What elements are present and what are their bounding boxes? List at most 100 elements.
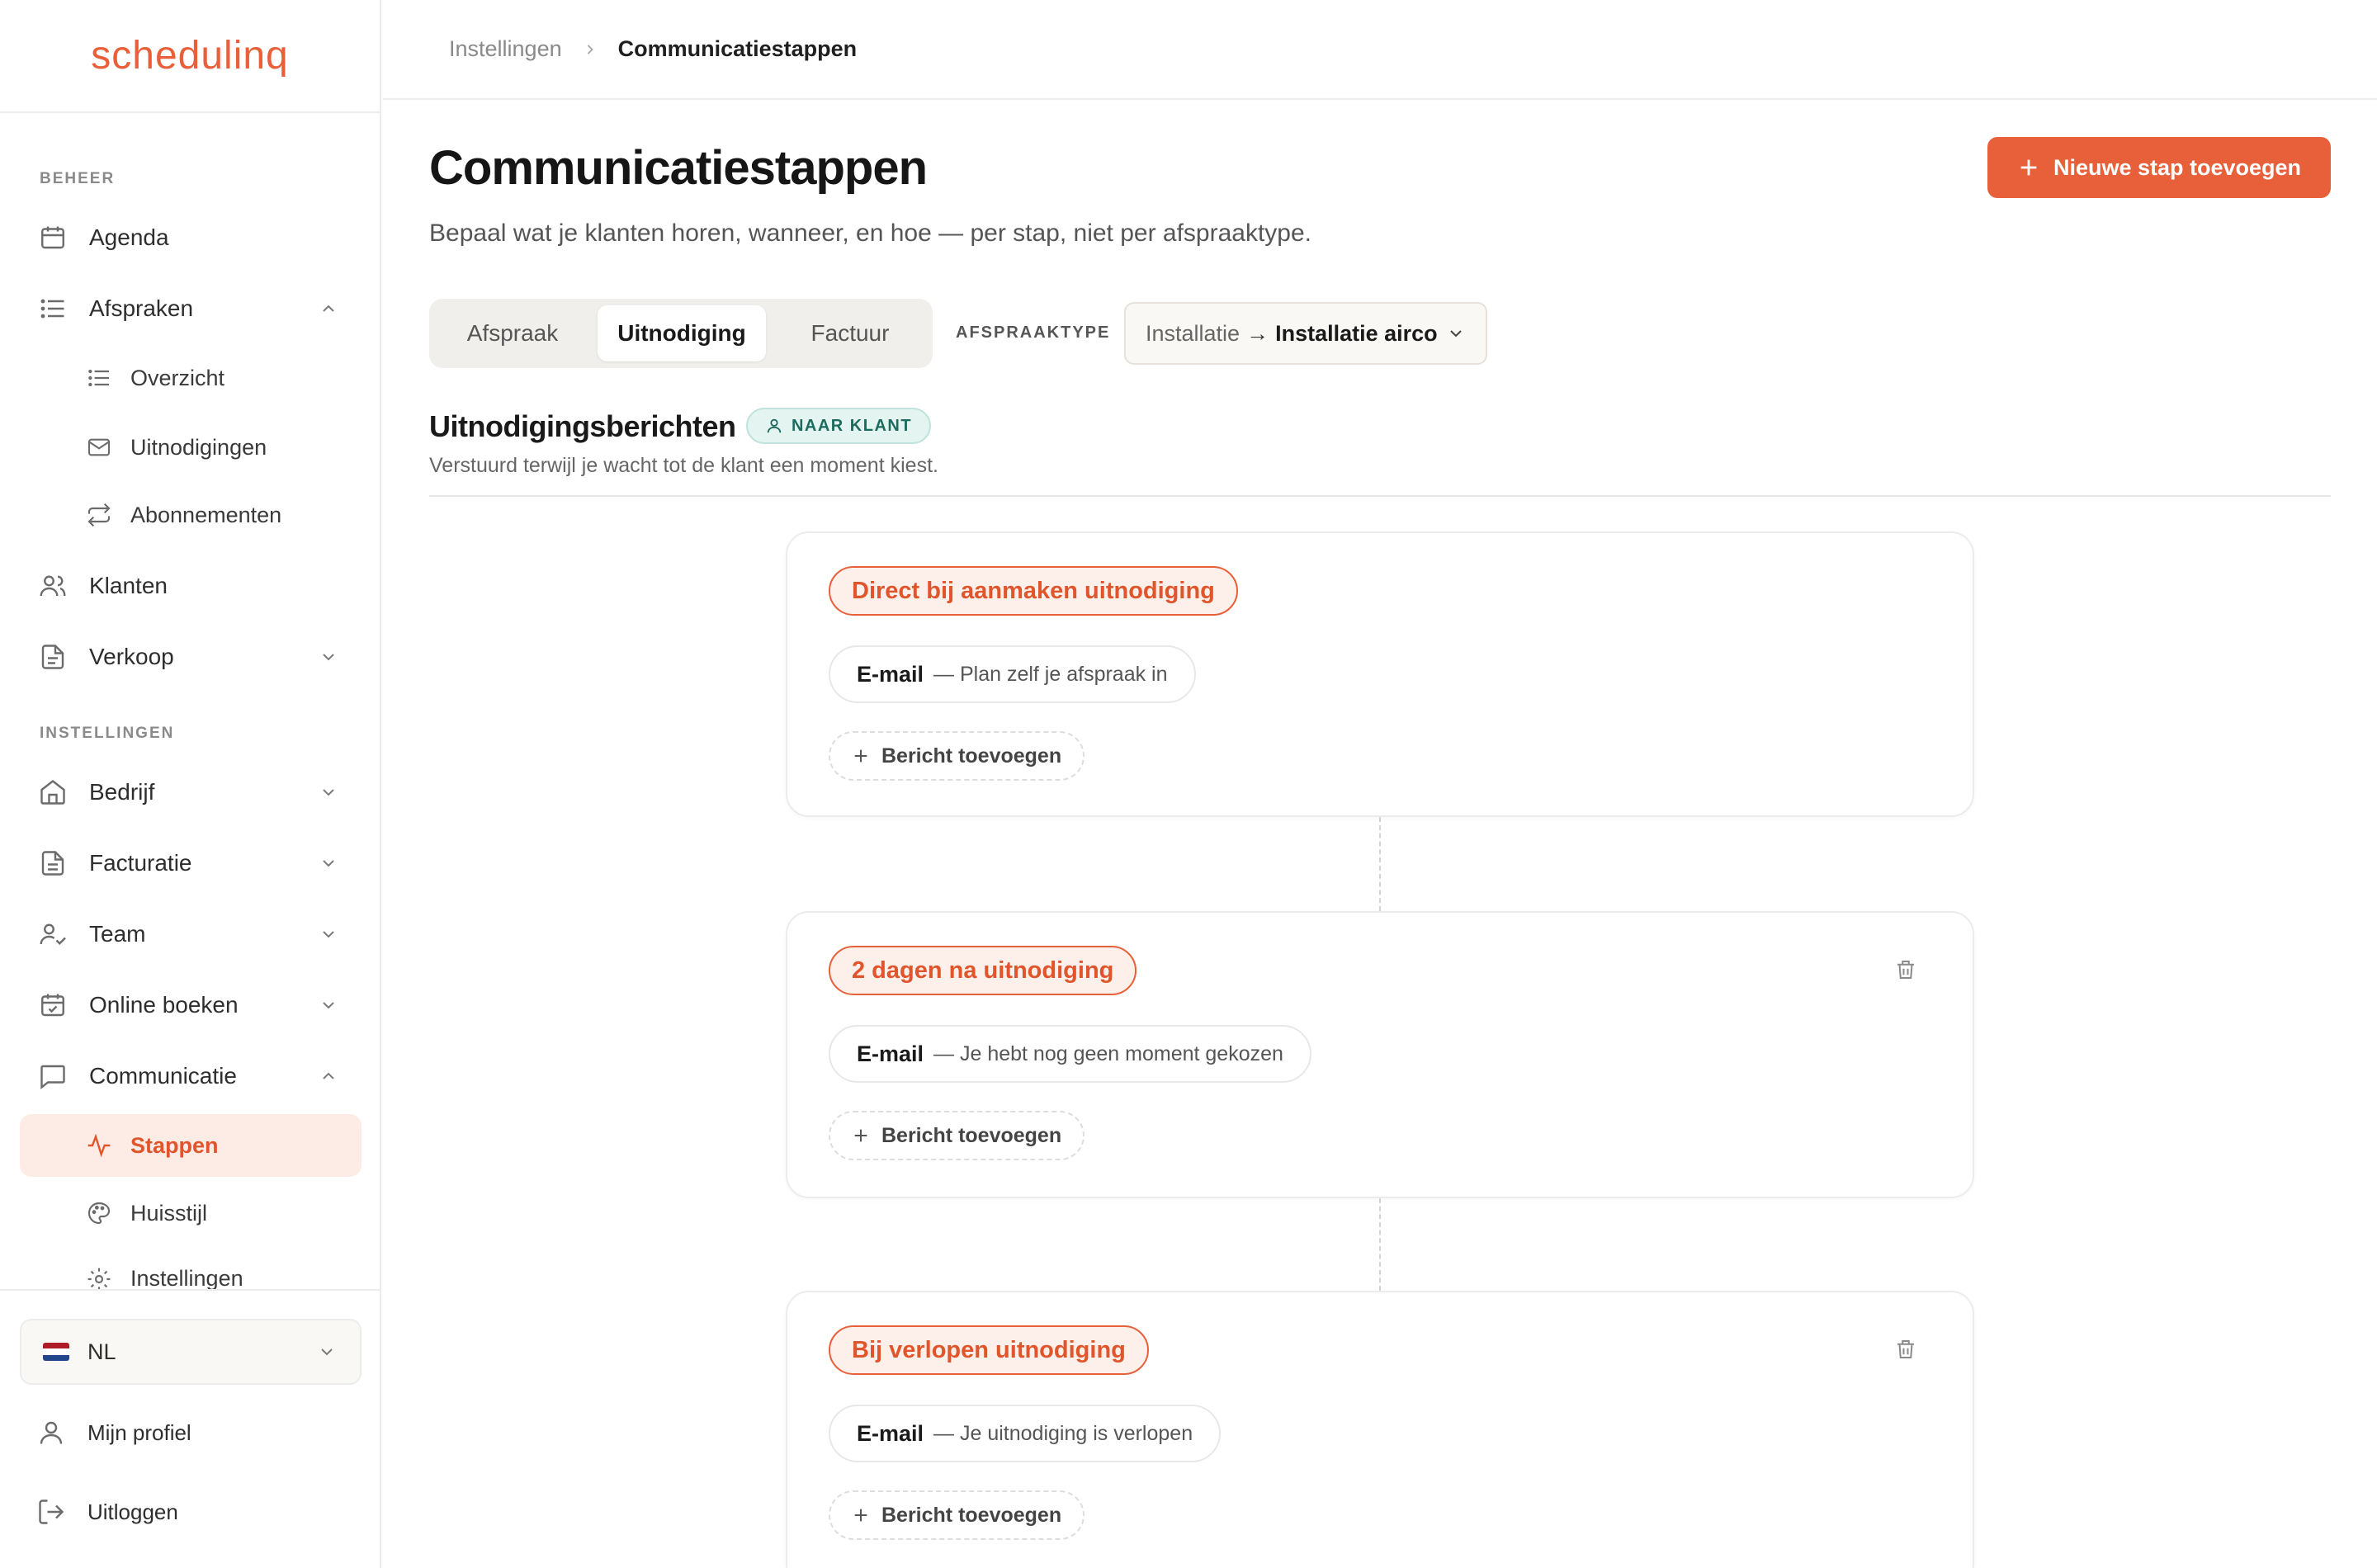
step-connector bbox=[1379, 1198, 1381, 1291]
sidebar-item-huisstijl[interactable]: Huisstijl bbox=[20, 1182, 362, 1244]
sidebar-item-facturatie[interactable]: Facturatie bbox=[20, 832, 362, 895]
logout-icon bbox=[36, 1497, 66, 1527]
plus-icon bbox=[2017, 156, 2040, 179]
message-pill[interactable]: E-mail — Je uitnodiging is verlopen bbox=[829, 1405, 1222, 1462]
message-channel: E-mail bbox=[857, 1420, 924, 1446]
user-icon bbox=[36, 1418, 66, 1448]
message-channel: E-mail bbox=[857, 1041, 924, 1066]
chevron-right-icon bbox=[582, 41, 598, 58]
chevron-up-icon bbox=[319, 1066, 338, 1086]
message-title: — Je uitnodiging is verlopen bbox=[933, 1421, 1193, 1445]
sidebar-item-label: Verkoop bbox=[89, 644, 174, 669]
nav-section-beheer: BEHEER bbox=[40, 170, 116, 187]
audience-badge: NAAR KLANT bbox=[746, 408, 931, 444]
divider bbox=[429, 495, 2331, 497]
message-title: — Plan zelf je afspraak in bbox=[933, 662, 1168, 686]
sidebar-item-afspraken[interactable]: Afspraken bbox=[20, 277, 362, 340]
message-pill[interactable]: E-mail — Je hebt nog geen moment gekozen bbox=[829, 1025, 1311, 1083]
arrow-right: → bbox=[1246, 320, 1269, 346]
users-icon bbox=[38, 571, 68, 601]
sidebar-item-logout[interactable]: Uitloggen bbox=[20, 1481, 362, 1543]
message-channel: E-mail bbox=[857, 661, 924, 687]
sidebar-item-agenda[interactable]: Agenda bbox=[20, 206, 362, 269]
sidebar-item-label: Overzicht bbox=[130, 365, 225, 390]
language-value: NL bbox=[87, 1339, 116, 1364]
page-subtitle: Bepaal wat je klanten horen, wanneer, en… bbox=[429, 220, 1312, 247]
trash-icon[interactable] bbox=[1893, 957, 1918, 982]
sidebar-item-label: Bedrijf bbox=[89, 779, 155, 805]
sidebar-item-label: Stappen bbox=[130, 1132, 219, 1158]
section-subtitle: Verstuurd terwijl je wacht tot de klant … bbox=[429, 454, 938, 477]
sidebar-item-online-boeken[interactable]: Online boeken bbox=[20, 974, 362, 1037]
appointment-type-label: AFSPRAAKTYPE bbox=[956, 324, 1111, 342]
mail-icon bbox=[86, 434, 112, 460]
step-trigger-badge[interactable]: 2 dagen na uitnodiging bbox=[829, 946, 1137, 995]
sidebar-item-bedrijf[interactable]: Bedrijf bbox=[20, 761, 362, 824]
step-trigger-badge[interactable]: Bij verlopen uitnodiging bbox=[829, 1325, 1149, 1375]
breadcrumb: Instellingen Communicatiestappen bbox=[383, 0, 2377, 100]
chevron-down-icon bbox=[319, 647, 338, 667]
language-select[interactable]: NL bbox=[20, 1319, 362, 1385]
app-logo[interactable]: schedulinq bbox=[91, 33, 289, 78]
home-icon bbox=[38, 777, 68, 807]
add-message-button[interactable]: Bericht toevoegen bbox=[829, 1490, 1085, 1540]
sidebar-item-label: Huisstijl bbox=[130, 1200, 208, 1226]
document-icon bbox=[38, 642, 68, 672]
nav-section-instellingen: INSTELLINGEN bbox=[40, 725, 175, 742]
message-icon bbox=[38, 1061, 68, 1091]
sidebar-bottom: NL Mijn profiel Uitloggen bbox=[0, 1289, 380, 1568]
logo-area: schedulinq bbox=[0, 0, 380, 113]
sidebar-item-instellingen[interactable]: Instellingen bbox=[20, 1249, 362, 1289]
sidebar-item-label: Communicatie bbox=[89, 1063, 237, 1089]
plus-icon bbox=[852, 1126, 870, 1145]
sidebar-item-overzicht[interactable]: Overzicht bbox=[20, 347, 362, 409]
message-pill[interactable]: E-mail — Plan zelf je afspraak in bbox=[829, 645, 1196, 703]
flag-nl-icon bbox=[43, 1343, 69, 1361]
sidebar-item-label: Agenda bbox=[89, 224, 169, 250]
sidebar-item-label: Instellingen bbox=[130, 1266, 243, 1289]
sidebar-item-label: Online boeken bbox=[89, 992, 239, 1018]
sidebar-item-klanten[interactable]: Klanten bbox=[20, 555, 362, 617]
calendar-icon bbox=[38, 223, 68, 253]
sidebar-item-label: Mijn profiel bbox=[87, 1419, 191, 1445]
user-check-icon bbox=[38, 919, 68, 949]
step-card: Direct bij aanmaken uitnodiging E-mail —… bbox=[786, 531, 1974, 817]
add-message-button[interactable]: Bericht toevoegen bbox=[829, 731, 1085, 781]
sidebar-item-label: Uitloggen bbox=[87, 1499, 178, 1524]
sidebar-item-profile[interactable]: Mijn profiel bbox=[20, 1401, 362, 1464]
trash-icon[interactable] bbox=[1893, 1337, 1918, 1362]
plus-icon bbox=[852, 1506, 870, 1524]
tab-uitnodiging[interactable]: Uitnodiging bbox=[598, 305, 766, 361]
add-message-button[interactable]: Bericht toevoegen bbox=[829, 1111, 1085, 1160]
breadcrumb-current: Communicatiestappen bbox=[617, 36, 858, 61]
step-card: Bij verlopen uitnodiging E-mail — Je uit… bbox=[786, 1291, 1974, 1568]
section-title: Uitnodigingsberichten bbox=[429, 409, 736, 443]
sidebar-item-label: Klanten bbox=[89, 573, 168, 598]
chevron-down-icon bbox=[319, 995, 338, 1015]
repeat-icon bbox=[86, 502, 112, 528]
chevron-down-icon bbox=[319, 853, 338, 873]
tab-factuur[interactable]: Factuur bbox=[774, 305, 926, 361]
sidebar-item-uitnodigingen[interactable]: Uitnodigingen bbox=[20, 416, 362, 479]
step-trigger-badge[interactable]: Direct bij aanmaken uitnodiging bbox=[829, 566, 1238, 616]
tab-afspraak[interactable]: Afspraak bbox=[436, 305, 589, 361]
chevron-down-icon bbox=[319, 782, 338, 802]
appointment-type-select[interactable]: Installatie → Installatie airco bbox=[1124, 302, 1487, 365]
activity-icon bbox=[86, 1132, 112, 1159]
new-step-button[interactable]: Nieuwe stap toevoegen bbox=[1987, 137, 2331, 198]
sidebar-item-team[interactable]: Team bbox=[20, 903, 362, 966]
sidebar-item-abonnementen[interactable]: Abonnementen bbox=[20, 484, 362, 546]
user-icon bbox=[765, 417, 783, 435]
sidebar-item-stappen[interactable]: Stappen bbox=[20, 1114, 362, 1177]
sidebar-item-verkoop[interactable]: Verkoop bbox=[20, 626, 362, 688]
message-title: — Je hebt nog geen moment gekozen bbox=[933, 1041, 1283, 1065]
step-card: 2 dagen na uitnodiging E-mail — Je hebt … bbox=[786, 911, 1974, 1198]
sidebar-item-label: Afspraken bbox=[89, 295, 194, 321]
add-message-label: Bericht toevoegen bbox=[881, 744, 1062, 767]
sidebar-item-label: Team bbox=[89, 921, 146, 947]
breadcrumb-parent[interactable]: Instellingen bbox=[449, 36, 562, 62]
page-title: Communicatiestappen bbox=[429, 141, 928, 195]
gear-icon bbox=[86, 1266, 112, 1289]
sidebar-item-communicatie[interactable]: Communicatie bbox=[20, 1045, 362, 1108]
add-message-label: Bericht toevoegen bbox=[881, 1503, 1062, 1527]
